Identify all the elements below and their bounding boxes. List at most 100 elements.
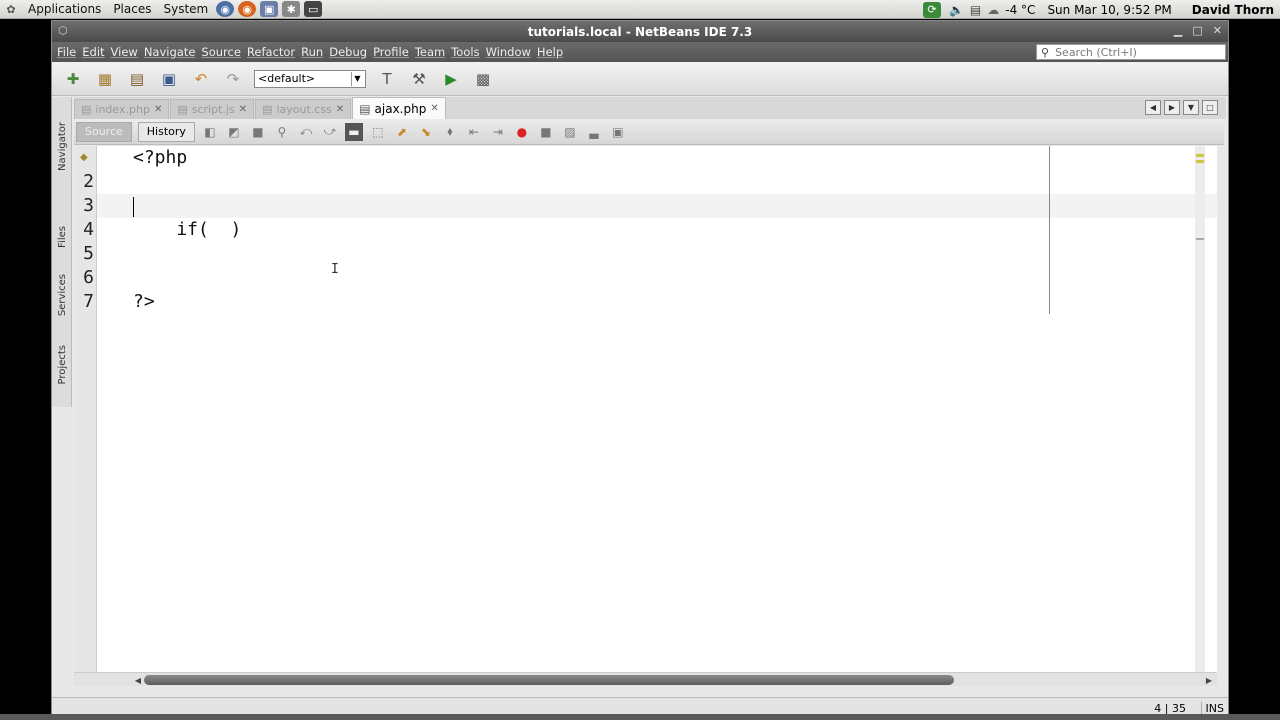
menu-window[interactable]: Window <box>483 45 534 59</box>
previous-bookmark-icon[interactable]: ⬈ <box>393 123 411 141</box>
format-icon[interactable]: ▣ <box>609 123 627 141</box>
tab-ajax-php[interactable]: ▤ ajax.php ✕ <box>352 97 446 119</box>
open-project-icon[interactable]: ▤ <box>126 69 148 89</box>
scroll-right-icon[interactable]: ▶ <box>1164 100 1180 115</box>
menu-debug[interactable]: Debug <box>326 45 370 59</box>
editor-toolbar: Source History ◧ ◩ ■ ⚲ ⤺ ⤻ ▬ ⬚ ⬈ ⬊ ⬧ ⇤ ⇥… <box>74 119 1224 145</box>
find-next-icon[interactable]: ⤻ <box>321 123 339 141</box>
uncomment-icon[interactable]: ▃ <box>585 123 603 141</box>
line-number: 7 <box>83 291 94 312</box>
shift-left-icon[interactable]: ⇤ <box>465 123 483 141</box>
top-panel: ✿ Applications Places System ◉ ◉ ▣ ✱ ▭ ⟳… <box>0 0 1280 19</box>
window-titlebar[interactable]: ⬡ tutorials.local - NetBeans IDE 7.3 ▁ □… <box>52 21 1228 42</box>
right-margin-line <box>1049 146 1050 314</box>
menu-team[interactable]: Team <box>412 45 448 59</box>
run-icon[interactable]: ▶ <box>440 69 462 89</box>
chrome-icon[interactable]: ◉ <box>216 1 235 17</box>
window-menu-icon[interactable]: ⬡ <box>58 24 68 37</box>
close-icon[interactable]: ✕ <box>1213 24 1222 37</box>
start-macro-icon[interactable]: ● <box>513 123 531 141</box>
side-tab-files[interactable]: Files <box>53 217 71 257</box>
scroll-right-arrow-icon[interactable]: ▶ <box>1203 674 1215 686</box>
php-file-icon: ▤ <box>359 101 371 116</box>
applications-menu[interactable]: Applications <box>22 2 107 16</box>
current-line-mark[interactable] <box>1196 238 1204 240</box>
maximize-icon[interactable]: □ <box>1192 24 1202 37</box>
find-selection-icon[interactable]: ⚲ <box>273 123 291 141</box>
scroll-left-icon[interactable]: ◀ <box>1145 100 1161 115</box>
error-stripe[interactable] <box>1195 146 1205 672</box>
tab-layout-css[interactable]: ▤ layout.css ✕ <box>255 99 352 119</box>
debug-icon[interactable]: ▩ <box>472 69 494 89</box>
menu-navigate[interactable]: Navigate <box>141 45 199 59</box>
history-tab[interactable]: History <box>137 121 195 142</box>
clean-build-icon[interactable]: ⚒ <box>408 69 430 89</box>
settings-icon[interactable]: ✱ <box>282 1 301 17</box>
toggle-highlight-icon[interactable]: ▬ <box>344 122 363 141</box>
scroll-left-arrow-icon[interactable]: ◀ <box>132 674 144 686</box>
scrollbar-thumb[interactable] <box>144 675 954 685</box>
next-bookmark-icon[interactable]: ⬊ <box>417 123 435 141</box>
forward-icon[interactable]: ■ <box>249 123 267 141</box>
tab-script-js[interactable]: ▤ script.js ✕ <box>170 99 255 119</box>
network-icon[interactable]: ▤ <box>970 3 981 17</box>
toggle-bookmark-icon[interactable]: ⬧ <box>441 123 459 141</box>
close-icon[interactable]: ✕ <box>336 104 344 115</box>
update-icon[interactable]: ⟳ <box>922 1 941 18</box>
warning-mark[interactable] <box>1196 160 1204 163</box>
side-tab-projects[interactable]: Projects <box>53 335 71 395</box>
close-icon[interactable]: ✕ <box>430 103 438 114</box>
minimize-icon[interactable]: ▁ <box>1174 24 1182 37</box>
firefox-icon[interactable]: ◉ <box>238 1 257 17</box>
menu-tools[interactable]: Tools <box>448 45 482 59</box>
terminal-icon[interactable]: ▭ <box>304 1 323 17</box>
source-tab[interactable]: Source <box>76 121 132 142</box>
shift-right-icon[interactable]: ⇥ <box>489 123 507 141</box>
configuration-select[interactable]: <default> ▼ <box>254 69 366 88</box>
volume-icon[interactable]: 🔈 <box>949 3 964 17</box>
menu-file[interactable]: File <box>54 45 79 59</box>
maximize-window-icon[interactable]: □ <box>1202 100 1218 115</box>
build-icon[interactable]: T <box>376 69 398 89</box>
close-icon[interactable]: ✕ <box>154 104 162 115</box>
side-panel: Navigator Files Services Projects <box>52 97 72 407</box>
redo-icon[interactable]: ↷ <box>222 69 244 89</box>
search-input[interactable]: ⚲ Search (Ctrl+I) <box>1036 44 1226 60</box>
menu-run[interactable]: Run <box>298 45 326 59</box>
gnome-foot-icon[interactable]: ✿ <box>2 1 20 17</box>
new-file-icon[interactable]: ✚ <box>62 69 84 89</box>
panel-tray: ⟳ 🔈 ▤ ☁ -4 °C Sun Mar 10, 9:52 PM David … <box>921 0 1274 19</box>
ibeam-cursor-icon: I <box>331 262 339 277</box>
weather-temp[interactable]: -4 °C <box>1005 3 1035 17</box>
tab-index-php[interactable]: ▤ index.php ✕ <box>74 99 170 119</box>
menu-edit[interactable]: Edit <box>79 45 107 59</box>
find-previous-icon[interactable]: ⤺ <box>297 123 315 141</box>
warning-mark[interactable] <box>1196 154 1204 157</box>
close-icon[interactable]: ✕ <box>239 104 247 115</box>
last-edit-icon[interactable]: ◧ <box>201 123 219 141</box>
comment-icon[interactable]: ▨ <box>561 123 579 141</box>
system-menu[interactable]: System <box>157 2 214 16</box>
toggle-rect-selection-icon[interactable]: ⬚ <box>369 123 387 141</box>
menu-view[interactable]: View <box>108 45 141 59</box>
menu-profile[interactable]: Profile <box>370 45 412 59</box>
undo-icon[interactable]: ↶ <box>190 69 212 89</box>
new-project-icon[interactable]: ▦ <box>94 69 116 89</box>
line-number: 2 <box>83 171 94 192</box>
menu-source[interactable]: Source <box>198 45 244 59</box>
places-menu[interactable]: Places <box>107 2 157 16</box>
clock[interactable]: Sun Mar 10, 9:52 PM <box>1047 3 1171 17</box>
menu-refactor[interactable]: Refactor <box>244 45 298 59</box>
save-all-icon[interactable]: ▣ <box>158 69 180 89</box>
back-icon[interactable]: ◩ <box>225 123 243 141</box>
virtualbox-icon[interactable]: ▣ <box>260 1 279 17</box>
horizontal-scrollbar[interactable]: ◀ ▶ <box>74 672 1217 686</box>
side-tab-navigator[interactable]: Navigator <box>53 101 71 191</box>
menu-help[interactable]: Help <box>534 45 566 59</box>
weather-icon[interactable]: ☁ <box>987 3 999 17</box>
side-tab-services[interactable]: Services <box>53 265 71 325</box>
code-editor[interactable]: ◆ 2 3 4 5 6 7 <?php if( ) ?> I <box>74 146 1217 672</box>
stop-macro-icon[interactable]: ■ <box>537 123 555 141</box>
show-opened-documents-icon[interactable]: ▼ <box>1183 100 1199 115</box>
user-name[interactable]: David Thorn <box>1192 3 1274 17</box>
